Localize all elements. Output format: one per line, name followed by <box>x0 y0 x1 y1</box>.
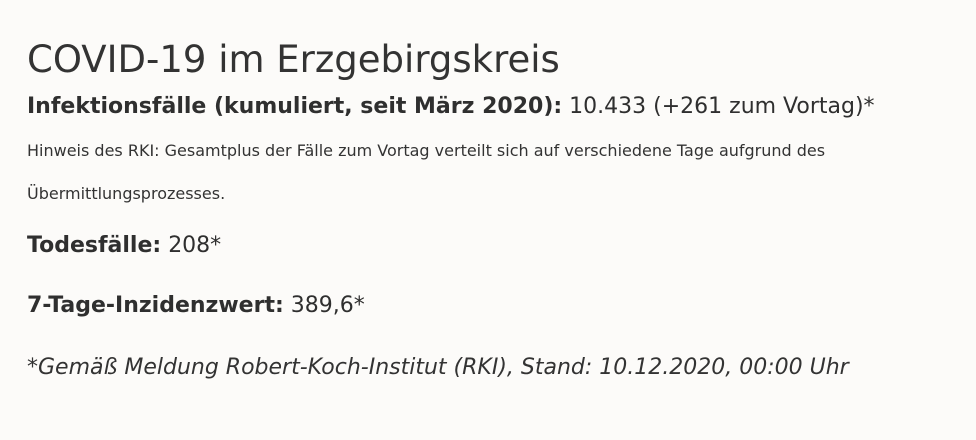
infections-value: 10.433 (+261 zum Vortag)* <box>569 94 875 119</box>
incidence-label: 7-Tage-Inzidenzwert: <box>27 293 284 318</box>
covid-info-panel: COVID-19 im Erzgebirgskreis Infektionsfä… <box>27 30 957 383</box>
source-note: *Gemäß Meldung Robert-Koch-Institut (RKI… <box>27 355 849 380</box>
incidence-value: 389,6* <box>290 293 365 318</box>
deaths-value: 208* <box>168 233 222 258</box>
incidence-stat: 7-Tage-Inzidenzwert: 389,6* <box>27 291 957 321</box>
deaths-label: Todesfälle: <box>27 233 162 258</box>
deaths-stat: Todesfälle: 208* <box>27 231 957 261</box>
infections-label: Infektionsfälle (kumuliert, seit März 20… <box>27 94 563 119</box>
rki-hint-text: Hinweis des RKI: Gesamtplus der Fälle zu… <box>27 141 826 203</box>
page-title: COVID-19 im Erzgebirgskreis <box>27 38 560 81</box>
infections-stat: Infektionsfälle (kumuliert, seit März 20… <box>27 92 957 122</box>
